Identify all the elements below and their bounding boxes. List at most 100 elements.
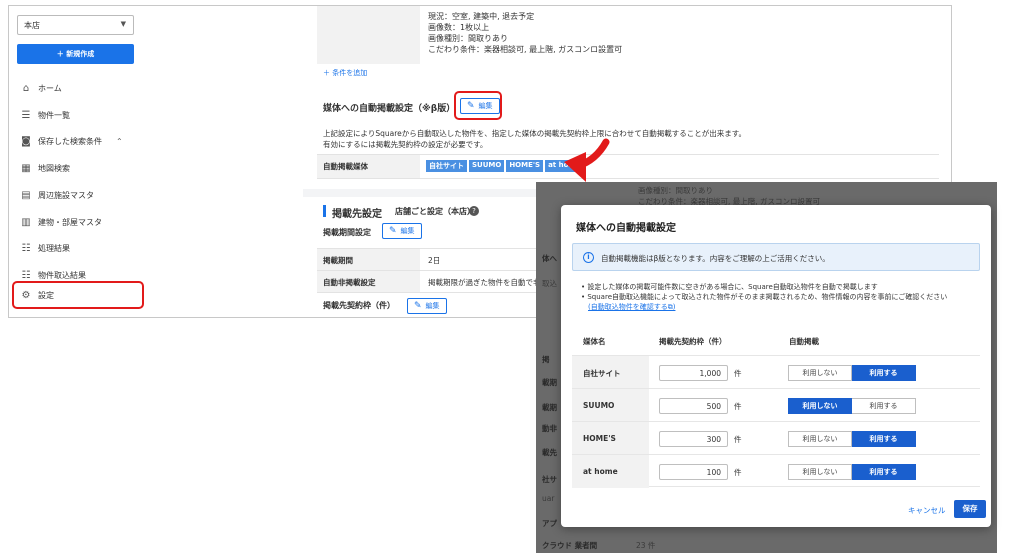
modal-title: 媒体への自動掲載設定 bbox=[576, 223, 676, 234]
help-icon[interactable]: ? bbox=[469, 206, 479, 216]
auto-post-title: 媒体への自動掲載設定（※β版） bbox=[323, 104, 456, 114]
backdrop-text: 社サ bbox=[542, 475, 557, 484]
quota-edit-button[interactable]: ✎ 編集 bbox=[407, 298, 447, 314]
toggle-off-button[interactable]: 利用しない bbox=[788, 398, 852, 414]
sidebar-item-buildings[interactable]: ▥ 建物・部屋マスタ bbox=[15, 210, 141, 234]
condition-line: 画像数：1枚以上 bbox=[428, 23, 490, 32]
col-header-quota: 掲載先契約枠（件） bbox=[659, 337, 727, 346]
auto-post-toggle: 利用しない 利用する bbox=[788, 431, 916, 447]
settings-highlight-box bbox=[12, 281, 144, 309]
toggle-on-button[interactable]: 利用する bbox=[852, 365, 916, 381]
backdrop-text: 体へ bbox=[542, 254, 557, 263]
toggle-off-button[interactable]: 利用しない bbox=[788, 365, 852, 381]
backdrop-text: uar bbox=[542, 494, 555, 503]
media-tag: SUUMO bbox=[469, 160, 505, 172]
media-name: HOME'S bbox=[572, 422, 649, 455]
backdrop-text: アプ bbox=[542, 519, 557, 528]
edit-label: 編集 bbox=[400, 227, 415, 235]
quota-input[interactable]: 1,000 bbox=[659, 365, 728, 381]
toggle-on-button[interactable]: 利用する bbox=[852, 398, 916, 414]
backdrop-text: 載先 bbox=[542, 448, 557, 457]
quota-title: 掲載先契約枠（件） bbox=[323, 301, 395, 310]
sidebar-item-results[interactable]: ☷ 処理結果 bbox=[15, 236, 141, 260]
store-select[interactable]: 本店 ▼ bbox=[17, 15, 134, 35]
media-name: SUUMO bbox=[572, 389, 649, 422]
sidebar-item-label: 物件取込結果 bbox=[38, 270, 86, 280]
new-create-button[interactable]: ＋ 新規作成 bbox=[17, 44, 134, 64]
toggle-on-button[interactable]: 利用する bbox=[852, 464, 916, 480]
sidebar-item-label: 保存した検索条件 bbox=[38, 136, 102, 146]
media-tag: HOME'S bbox=[506, 160, 544, 172]
sidebar: 本店 ▼ ＋ 新規作成 ⌂ ホーム ☰ 物件一覧 ◙ 保存した検索条件 ⌃ ▦ … bbox=[9, 6, 303, 317]
unit-label: 件 bbox=[734, 369, 742, 378]
toggle-on-button[interactable]: 利用する bbox=[852, 431, 916, 447]
auto-off-value: 掲載期限が過ぎた物件を自動で非掲 bbox=[428, 278, 548, 287]
period-title: 掲載期間設定 bbox=[323, 228, 371, 237]
listing-subtitle: 店舗ごと設定（本店） bbox=[395, 207, 475, 216]
listing-title: 掲載先設定 bbox=[332, 209, 382, 220]
quota-input[interactable]: 300 bbox=[659, 431, 728, 447]
unit-label: 件 bbox=[734, 435, 742, 444]
bullet-text: Square自動取込機能によって取込された物件がそのまま掲載されるため、物件情報… bbox=[587, 293, 948, 301]
sidebar-item-home[interactable]: ⌂ ホーム bbox=[15, 76, 141, 100]
period-value: 2日 bbox=[428, 256, 441, 265]
col-header-media: 媒体名 bbox=[583, 337, 606, 346]
conditions-box: 現況：空室, 建築中, 退去予定 画像数：1枚以上 画像種別：間取りあり こだわ… bbox=[317, 6, 939, 64]
list-icon: ☰ bbox=[21, 109, 31, 121]
sidebar-item-label: ホーム bbox=[38, 83, 62, 93]
sidebar-item-saved-search[interactable]: ◙ 保存した検索条件 ⌃ bbox=[15, 129, 141, 153]
sidebar-item-label: 処理結果 bbox=[38, 243, 70, 253]
backdrop-text: 23 件 bbox=[636, 541, 656, 550]
pencil-icon: ✎ bbox=[389, 226, 397, 236]
quota-input[interactable]: 500 bbox=[659, 398, 728, 414]
media-tag: 自社サイト bbox=[426, 160, 467, 172]
table-row: SUUMO 500 件 利用しない 利用する bbox=[572, 388, 980, 422]
conditions-values: 現況：空室, 建築中, 退去予定 画像数：1枚以上 画像種別：間取りあり こだわ… bbox=[428, 11, 622, 55]
store-select-value: 本店 bbox=[24, 21, 40, 30]
beta-notice: i 自動掲載機能はβ版となります。内容をご理解の上ご活用ください。 bbox=[572, 243, 980, 271]
backdrop-text: 画像種別：間取りあり bbox=[638, 186, 713, 195]
section-accent-bar bbox=[323, 205, 326, 217]
red-arrow-icon bbox=[564, 138, 610, 182]
check-imported-link[interactable]: (自動取込物件を確認する⧉) bbox=[581, 303, 675, 311]
sidebar-item-facilities[interactable]: ▤ 周辺施設マスタ bbox=[15, 183, 141, 207]
period-edit-button[interactable]: ✎ 編集 bbox=[382, 223, 422, 239]
edit-highlight-box bbox=[454, 91, 502, 120]
sidebar-item-property-list[interactable]: ☰ 物件一覧 bbox=[15, 103, 141, 127]
period-label: 掲載期間 bbox=[317, 249, 420, 270]
saved-search-icon: ◙ bbox=[21, 135, 31, 147]
auto-post-toggle: 利用しない 利用する bbox=[788, 398, 916, 414]
results-icon: ☷ bbox=[21, 242, 31, 254]
facility-icon: ▤ bbox=[21, 189, 31, 201]
map-icon: ▦ bbox=[21, 162, 31, 174]
sidebar-item-label: 地図検索 bbox=[38, 163, 70, 173]
auto-off-label: 自動非掲載設定 bbox=[317, 271, 420, 292]
building-icon: ▥ bbox=[21, 216, 31, 228]
backdrop-text: 載期 bbox=[542, 403, 557, 412]
pencil-icon: ✎ bbox=[414, 301, 422, 311]
unit-label: 件 bbox=[734, 468, 742, 477]
auto-post-toggle: 利用しない 利用する bbox=[788, 464, 916, 480]
quota-input[interactable]: 100 bbox=[659, 464, 728, 480]
table-row: 自動掲載媒体 自社サイト SUUMO HOME'S at home bbox=[317, 155, 939, 179]
conditions-label-cell bbox=[317, 6, 420, 64]
auto-post-modal: 媒体への自動掲載設定 i 自動掲載機能はβ版となります。内容をご理解の上ご活用く… bbox=[561, 205, 991, 527]
condition-line: 現況：空室, 建築中, 退去予定 bbox=[428, 12, 535, 21]
backdrop-text: 掲 bbox=[542, 355, 550, 364]
media-name: at home bbox=[572, 455, 649, 488]
notice-text: 自動掲載機能はβ版となります。内容をご理解の上ご活用ください。 bbox=[601, 254, 830, 263]
sidebar-item-label: 物件一覧 bbox=[38, 110, 70, 120]
chevron-up-icon: ⌃ bbox=[116, 136, 123, 146]
toggle-off-button[interactable]: 利用しない bbox=[788, 464, 852, 480]
backdrop-text: 取込 bbox=[542, 279, 557, 288]
cancel-button[interactable]: キャンセル bbox=[908, 505, 946, 516]
add-condition-link[interactable]: ＋ 条件を追加 bbox=[323, 68, 367, 78]
save-button[interactable]: 保存 bbox=[954, 500, 986, 518]
toggle-off-button[interactable]: 利用しない bbox=[788, 431, 852, 447]
backdrop-text: 載期 bbox=[542, 378, 557, 387]
auto-post-desc: 上記設定によりSquareから自動取込した物件を、指定した媒体の掲載先契約枠上限… bbox=[323, 129, 747, 138]
media-name: 自社サイト bbox=[572, 356, 649, 389]
table-row: at home 100 件 利用しない 利用する bbox=[572, 454, 980, 488]
sidebar-item-map-search[interactable]: ▦ 地図検索 bbox=[15, 156, 141, 180]
backdrop-text: 動非 bbox=[542, 424, 557, 433]
